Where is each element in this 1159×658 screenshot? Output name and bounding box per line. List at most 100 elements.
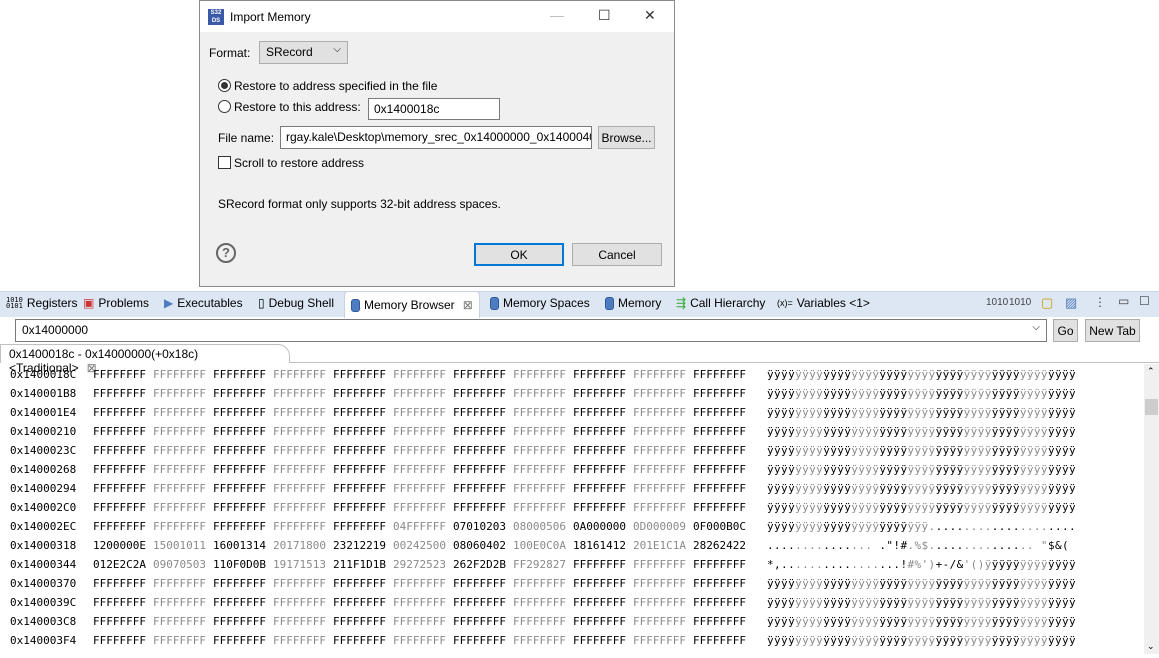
memory-word[interactable]: FFFFFFFF [93,634,146,647]
memory-word[interactable]: FFFFFFFF [153,501,206,514]
format-select[interactable]: SRecord ⌵ [259,41,348,64]
memory-word[interactable]: FFFFFFFF [393,482,446,495]
memory-word[interactable]: FFFFFFFF [453,596,506,609]
help-icon[interactable]: ? [216,243,236,263]
memory-word[interactable]: FFFFFFFF [633,596,686,609]
memory-word[interactable]: FFFFFFFF [393,596,446,609]
memory-word[interactable]: FFFFFFFF [453,482,506,495]
go-button[interactable]: Go [1053,319,1078,342]
tab-memory[interactable]: Memory [605,296,661,310]
memory-word[interactable]: 04FFFFFF [393,520,446,533]
memory-word[interactable]: FFFFFFFF [93,615,146,628]
restore-file-address-radio[interactable] [218,79,231,92]
memory-word[interactable]: FFFFFFFF [93,387,146,400]
memory-word[interactable]: FFFFFFFF [153,634,206,647]
memory-word[interactable]: FFFFFFFF [693,482,746,495]
memory-word[interactable]: FFFFFFFF [573,444,626,457]
memory-word[interactable]: FFFFFFFF [513,482,566,495]
minimize-icon[interactable]: — [550,7,564,23]
restore-address-input[interactable]: 0x1400018c [368,98,500,120]
memory-word[interactable]: FFFFFFFF [93,406,146,419]
memory-word[interactable]: FFFFFFFF [333,520,386,533]
memory-word[interactable]: FFFFFFFF [393,634,446,647]
memory-word[interactable]: FFFFFFFF [213,482,266,495]
memory-word[interactable]: FFFFFFFF [333,368,386,381]
memory-word[interactable]: FFFFFFFF [633,558,686,571]
memory-word[interactable]: FFFFFFFF [513,425,566,438]
memory-word[interactable]: FFFFFFFF [93,444,146,457]
memory-word[interactable]: FFFFFFFF [213,368,266,381]
memory-word[interactable]: FFFFFFFF [93,425,146,438]
memory-word[interactable]: FFFFFFFF [693,634,746,647]
memory-word[interactable]: FFFFFFFF [513,444,566,457]
memory-word[interactable]: FFFFFFFF [273,406,326,419]
vertical-scrollbar[interactable]: ⌃ ⌄ [1144,364,1159,654]
memory-word[interactable]: FFFFFFFF [693,406,746,419]
memory-word[interactable]: 08060402 [453,539,506,552]
memory-word[interactable]: FFFFFFFF [273,577,326,590]
memory-word[interactable]: 20171800 [273,539,326,552]
memory-word[interactable]: FFFFFFFF [453,615,506,628]
memory-word[interactable]: FFFFFFFF [153,406,206,419]
memory-word[interactable]: 16001314 [213,539,266,552]
memory-word[interactable]: FFFFFFFF [693,596,746,609]
tab-executables[interactable]: ▶ Executables [164,296,243,310]
view-menu-icon[interactable]: ⋮ [1094,295,1106,309]
scroll-down-icon[interactable]: ⌄ [1147,641,1155,652]
memory-word[interactable]: FFFFFFFF [453,577,506,590]
tab-call-hierarchy[interactable]: ⇶ Call Hierarchy [676,296,765,310]
memory-word[interactable]: 18161412 [573,539,626,552]
memory-word[interactable]: 00242500 [393,539,446,552]
tab-memory-spaces[interactable]: Memory Spaces [490,296,590,310]
memory-word[interactable]: FFFFFFFF [333,444,386,457]
memory-word[interactable]: FFFFFFFF [333,425,386,438]
memory-word[interactable]: FFFFFFFF [453,368,506,381]
memory-word[interactable]: FFFFFFFF [573,463,626,476]
memory-grid[interactable]: 0x1400018C FFFFFFFF FFFFFFFF FFFFFFFF FFFFFF… [0,364,1144,654]
memory-word[interactable]: FFFFFFFF [153,615,206,628]
memory-word[interactable]: FFFFFFFF [633,463,686,476]
browse-button[interactable]: Browse... [598,126,655,149]
memory-word[interactable]: FFFFFFFF [93,520,146,533]
file-name-input[interactable]: rgay.kale\Desktop\memory_srec_0x14000000… [280,126,592,149]
memory-word[interactable]: FFFFFFFF [213,615,266,628]
memory-word[interactable]: FFFFFFFF [273,387,326,400]
memory-word[interactable]: FFFFFFFF [573,558,626,571]
memory-word[interactable]: FFFFFFFF [633,444,686,457]
memory-word[interactable]: FFFFFFFF [153,596,206,609]
memory-word[interactable]: FFFFFFFF [573,425,626,438]
memory-word[interactable]: FFFFFFFF [393,463,446,476]
memory-word[interactable]: FFFFFFFF [513,387,566,400]
memory-word[interactable]: FFFFFFFF [573,368,626,381]
memory-word[interactable]: FFFFFFFF [333,615,386,628]
memory-word[interactable]: FFFFFFFF [693,444,746,457]
memory-word[interactable]: FFFFFFFF [693,463,746,476]
memory-word[interactable]: FFFFFFFF [573,596,626,609]
memory-word[interactable]: FFFFFFFF [333,406,386,419]
memory-word[interactable]: FFFFFFFF [573,406,626,419]
memory-word[interactable]: FFFFFFFF [333,596,386,609]
memory-word[interactable]: 1200000E [93,539,146,552]
memory-word[interactable]: FFFFFFFF [633,387,686,400]
memory-word[interactable]: FFFFFFFF [513,596,566,609]
memory-word[interactable]: FFFFFFFF [333,501,386,514]
minimize-view-icon[interactable]: ▭ [1118,294,1129,308]
memory-word[interactable]: FFFFFFFF [153,387,206,400]
memory-word[interactable]: FFFFFFFF [393,444,446,457]
memory-word[interactable]: FFFFFFFF [513,577,566,590]
memory-word[interactable]: FFFFFFFF [633,634,686,647]
memory-word[interactable]: 07010203 [453,520,506,533]
memory-word[interactable]: FFFFFFFF [213,596,266,609]
memory-word[interactable]: FFFFFFFF [693,387,746,400]
pin-icon[interactable]: ▨ [1065,295,1077,311]
memory-word[interactable]: FFFFFFFF [213,425,266,438]
memory-word[interactable]: FFFFFFFF [273,425,326,438]
memory-word[interactable]: 211F1D1B [333,558,386,571]
new-view-icon[interactable]: ▢ [1041,295,1053,311]
memory-word[interactable]: FFFFFFFF [453,425,506,438]
memory-word[interactable]: FFFFFFFF [453,444,506,457]
memory-word[interactable]: FFFFFFFF [693,558,746,571]
memory-word[interactable]: 29272523 [393,558,446,571]
maximize-view-icon[interactable]: ☐ [1139,294,1150,308]
ok-button[interactable]: OK [474,243,564,266]
